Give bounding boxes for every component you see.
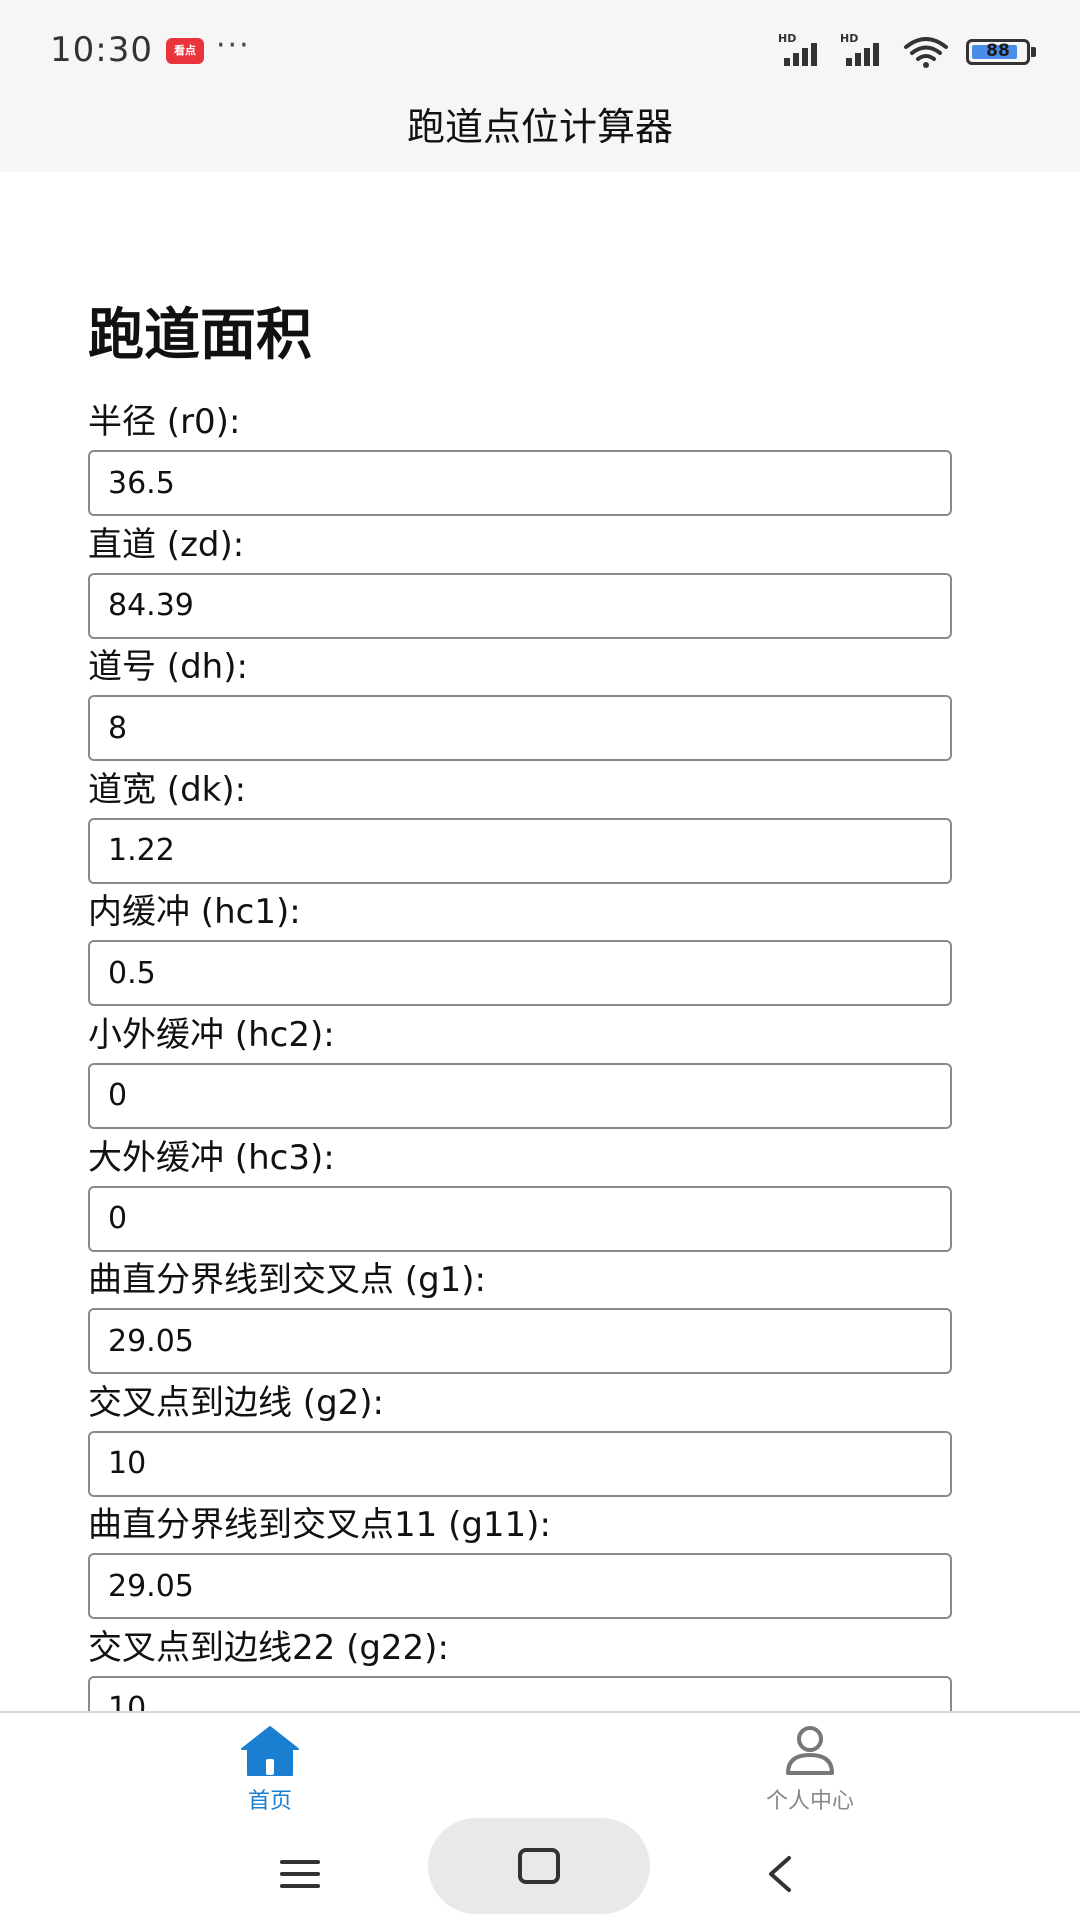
cellular-signal-icon: HD: [778, 32, 830, 68]
g22-input[interactable]: [88, 1675, 952, 1712]
field-g2: 交叉点到边线 (g2):: [88, 1383, 952, 1506]
tab-home-label: 首页: [247, 1789, 292, 1814]
field-dh: 道号 (dh):: [88, 647, 952, 770]
field-label: 曲直分界线到交叉点 (g1):: [88, 1260, 487, 1301]
home-button[interactable]: [428, 1818, 650, 1914]
field-label: 大外缓冲 (hc3):: [88, 1137, 335, 1178]
field-label: 道宽 (dk):: [88, 769, 247, 810]
field-hc2: 小外缓冲 (hc2):: [88, 1015, 952, 1138]
g1-input[interactable]: [88, 1308, 952, 1375]
field-label: 半径 (r0):: [88, 402, 241, 442]
user-icon: [786, 1726, 834, 1775]
more-notifications-icon: ···: [216, 28, 251, 63]
main-content[interactable]: 跑道面积 半径 (r0): 直道 (zd): 道号 (dh): 道宽 (dk):…: [0, 172, 1080, 1712]
tab-home[interactable]: 首页: [170, 1725, 370, 1815]
battery-level: 88: [986, 41, 1010, 61]
bottom-tab-bar: 首页 个人中心: [0, 1711, 1080, 1828]
zd-input[interactable]: [88, 572, 952, 639]
field-g1: 曲直分界线到交叉点 (g1):: [88, 1260, 952, 1383]
field-g11: 曲直分界线到交叉点11 (g11):: [88, 1505, 952, 1628]
news-app-icon: 看点: [166, 38, 204, 64]
dh-input[interactable]: [88, 695, 952, 762]
back-chevron-icon: [769, 1856, 791, 1892]
field-label: 内缓冲 (hc1):: [88, 892, 301, 933]
wifi-icon: [904, 37, 948, 68]
system-navigation-bar: [0, 1818, 1080, 1920]
field-label: 道号 (dh):: [88, 647, 248, 688]
dk-input[interactable]: [88, 817, 952, 884]
cellular-signal-2-icon: HD: [840, 32, 892, 68]
back-button[interactable]: [740, 1828, 820, 1920]
field-label: 交叉点到边线 (g2):: [88, 1382, 385, 1423]
tab-profile[interactable]: 个人中心: [710, 1725, 910, 1815]
recent-apps-button[interactable]: [260, 1828, 340, 1920]
battery-icon: 88: [966, 39, 1036, 65]
field-label: 曲直分界线到交叉点11 (g11):: [88, 1505, 551, 1546]
top-bar: 10:30 看点 ··· HD HD 88 跑道点位计算器: [0, 0, 1080, 172]
field-label: 交叉点到边线22 (g22):: [88, 1627, 449, 1668]
section-title: 跑道面积: [88, 303, 312, 368]
square-icon: [518, 1848, 560, 1884]
status-indicators: HD HD 88: [778, 32, 1036, 70]
field-g22: 交叉点到边线22 (g22):: [88, 1628, 952, 1712]
field-dk: 道宽 (dk):: [88, 770, 952, 893]
app-screen: 10:30 看点 ··· HD HD 88 跑道点位计算器 跑道面积 半径 (r…: [0, 0, 1080, 1920]
tab-profile-label: 个人中心: [765, 1789, 854, 1814]
field-r0: 半径 (r0):: [88, 402, 952, 525]
page-title: 跑道点位计算器: [406, 105, 673, 149]
status-time: 10:30: [50, 30, 153, 70]
r0-input[interactable]: [88, 450, 952, 516]
field-label: 小外缓冲 (hc2):: [88, 1014, 335, 1055]
field-zd: 直道 (zd):: [88, 525, 952, 648]
hc3-input[interactable]: [88, 1185, 952, 1252]
field-hc1: 内缓冲 (hc1):: [88, 892, 952, 1015]
hc2-input[interactable]: [88, 1062, 952, 1129]
field-hc3: 大外缓冲 (hc3):: [88, 1138, 952, 1261]
g11-input[interactable]: [88, 1553, 952, 1620]
field-label: 直道 (zd):: [88, 524, 245, 565]
g2-input[interactable]: [88, 1430, 952, 1497]
hc1-input[interactable]: [88, 940, 952, 1007]
home-icon: [241, 1726, 299, 1776]
parameter-form: 半径 (r0): 直道 (zd): 道号 (dh): 道宽 (dk): 内缓冲 …: [88, 402, 952, 1712]
menu-icon: [280, 1860, 320, 1888]
